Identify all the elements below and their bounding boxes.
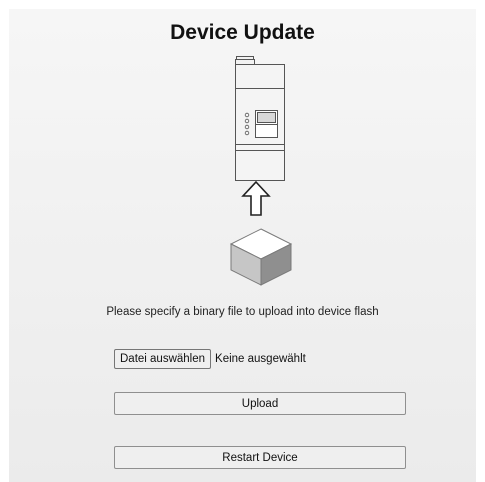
page-title: Device Update <box>170 21 315 44</box>
device-body-icon <box>235 64 285 181</box>
choose-file-button[interactable]: Datei auswählen <box>114 349 212 369</box>
restart-device-button[interactable]: Restart Device <box>114 446 406 469</box>
arrow-up-icon <box>241 181 271 216</box>
upload-instruction: Please specify a binary file to upload i… <box>106 306 379 318</box>
upload-button[interactable]: Upload <box>114 392 406 415</box>
file-status: Keine ausgewählt <box>215 353 306 365</box>
binary-cube-icon <box>229 228 293 286</box>
file-input[interactable]: Datei auswählen Keine ausgewählt <box>114 349 306 369</box>
